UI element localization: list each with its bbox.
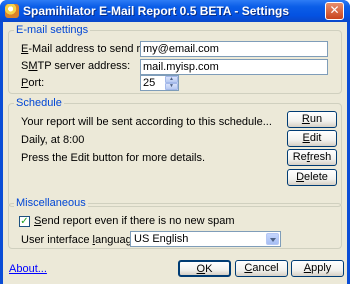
schedule-title: Schedule — [14, 97, 64, 109]
cancel-button[interactable]: Cancel — [235, 260, 288, 277]
smtp-server-input[interactable]: mail.myisp.com — [140, 59, 328, 75]
send-report-label[interactable]: Send report even if there is no new spam — [34, 215, 235, 228]
about-link[interactable]: About... — [9, 263, 47, 275]
refresh-button[interactable]: Refresh — [287, 149, 337, 166]
chevron-down-icon[interactable] — [266, 233, 279, 245]
app-icon — [5, 4, 19, 18]
schedule-value-text: Daily, at 8:00 — [21, 134, 85, 146]
spin-down-icon[interactable]: ▼ — [165, 83, 178, 90]
schedule-hint-text: Press the Edit button for more details. — [21, 152, 206, 164]
misc-title: Miscellaneous — [14, 197, 88, 209]
port-value: 25 — [143, 77, 156, 89]
send-report-checkbox[interactable]: ✓ — [19, 216, 30, 227]
schedule-info-text: Your report will be sent according to th… — [21, 116, 272, 128]
smtp-server-label: SMTP server address: — [21, 60, 131, 72]
port-input[interactable]: 25 ▲ ▼ — [140, 75, 179, 91]
checkmark-icon: ✓ — [20, 216, 29, 227]
delete-button[interactable]: Delete — [287, 169, 337, 186]
edit-button[interactable]: Edit — [287, 130, 337, 147]
port-spinner[interactable]: ▲ ▼ — [165, 76, 178, 90]
settings-window: Spamihilator E-Mail Report 0.5 BETA - Se… — [0, 0, 350, 284]
ok-button[interactable]: OK — [178, 260, 231, 277]
email-settings-title: E-mail settings — [14, 24, 91, 36]
email-address-input[interactable]: my@email.com — [140, 41, 328, 57]
language-select[interactable]: US English — [130, 231, 281, 247]
close-icon: ✕ — [329, 3, 340, 17]
window-title: Spamihilator E-Mail Report 0.5 BETA - Se… — [23, 4, 290, 18]
port-label: Port: — [21, 77, 45, 89]
run-button[interactable]: Run — [287, 111, 337, 128]
language-value: US English — [134, 233, 189, 245]
language-label: User interface language: — [21, 234, 141, 246]
dialog-body: E-mail settings E-Mail address to send r… — [3, 22, 347, 284]
spin-up-icon[interactable]: ▲ — [165, 76, 178, 83]
close-button[interactable]: ✕ — [325, 2, 344, 20]
title-bar[interactable]: Spamihilator E-Mail Report 0.5 BETA - Se… — [0, 0, 350, 22]
apply-button[interactable]: Apply — [291, 260, 344, 277]
